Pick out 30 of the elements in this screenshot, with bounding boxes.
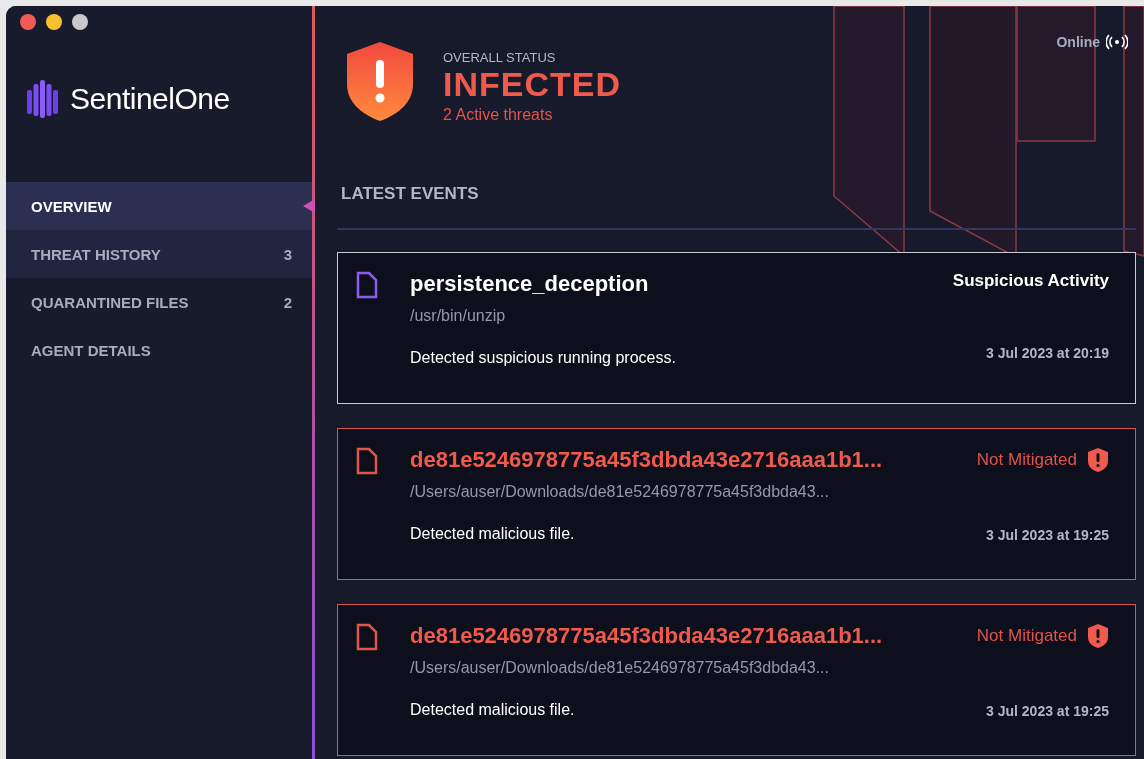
- connection-status: Online: [1056, 34, 1100, 50]
- sidebar-item[interactable]: QUARANTINED FILES 2: [6, 278, 312, 326]
- event-path: /Users/auser/Downloads/de81e5246978775a45f3dbda43...: [410, 483, 830, 501]
- event-status: Suspicious Activity: [952, 271, 1109, 291]
- event-path: /usr/bin/unzip: [410, 307, 507, 325]
- event-card[interactable]: de81e5246978775a45f3dbda43e2716aaa1b1... /Users/auser/Downloads/de81e5246978775a45f3dbda43... Detected malicious file. Not Mitigated 3 Jul 2023 at 19:25: [337, 604, 1136, 756]
- threat-count: 2 Active threats: [443, 106, 554, 124]
- event-status: Not Mitigated: [976, 450, 1077, 470]
- event-time: 3 Jul 2023 at 20:19: [986, 345, 1109, 361]
- item-count: 2: [283, 293, 292, 311]
- event-description: Detected malicious file.: [410, 525, 576, 543]
- event-name: de81e5246978775a45f3dbda43e2716aaa1b1...: [410, 447, 884, 473]
- event-description: Detected suspicious running process.: [410, 349, 677, 367]
- event-name: de81e5246978775a45f3dbda43e2716aaa1b1...: [410, 623, 884, 649]
- event-path: /Users/auser/Downloads/de81e5246978775a45f3dbda43...: [410, 659, 830, 677]
- event-description: Detected malicious file.: [410, 701, 576, 719]
- event-name: persistence_deception: [410, 271, 650, 297]
- event-card[interactable]: persistence_deception /usr/bin/unzip Detected suspicious running process. Suspicious Activity 3 Jul 2023 at 20:19: [337, 252, 1136, 404]
- sidebar-item[interactable]: AGENT DETAILS: [6, 326, 312, 374]
- section-heading: LATEST EVENTS: [341, 184, 480, 204]
- status-caption: OVERALL STATUS: [443, 50, 557, 65]
- event-card[interactable]: de81e5246978775a45f3dbda43e2716aaa1b1... /Users/auser/Downloads/de81e5246978775a45f3dbda43... Detected malicious file. Not Mitigated 3 Jul 2023 at 19:25: [337, 428, 1136, 580]
- item-count: 3: [283, 245, 292, 263]
- brand-name: SentinelOne: [70, 82, 230, 116]
- sidebar-item[interactable]: OVERVIEW: [6, 182, 312, 230]
- event-status: Not Mitigated: [976, 626, 1077, 646]
- status-state: INFECTED: [443, 65, 621, 104]
- event-time: 3 Jul 2023 at 19:25: [986, 703, 1109, 719]
- sidebar-item[interactable]: THREAT HISTORY 3: [6, 230, 312, 278]
- event-time: 3 Jul 2023 at 19:25: [986, 527, 1109, 543]
